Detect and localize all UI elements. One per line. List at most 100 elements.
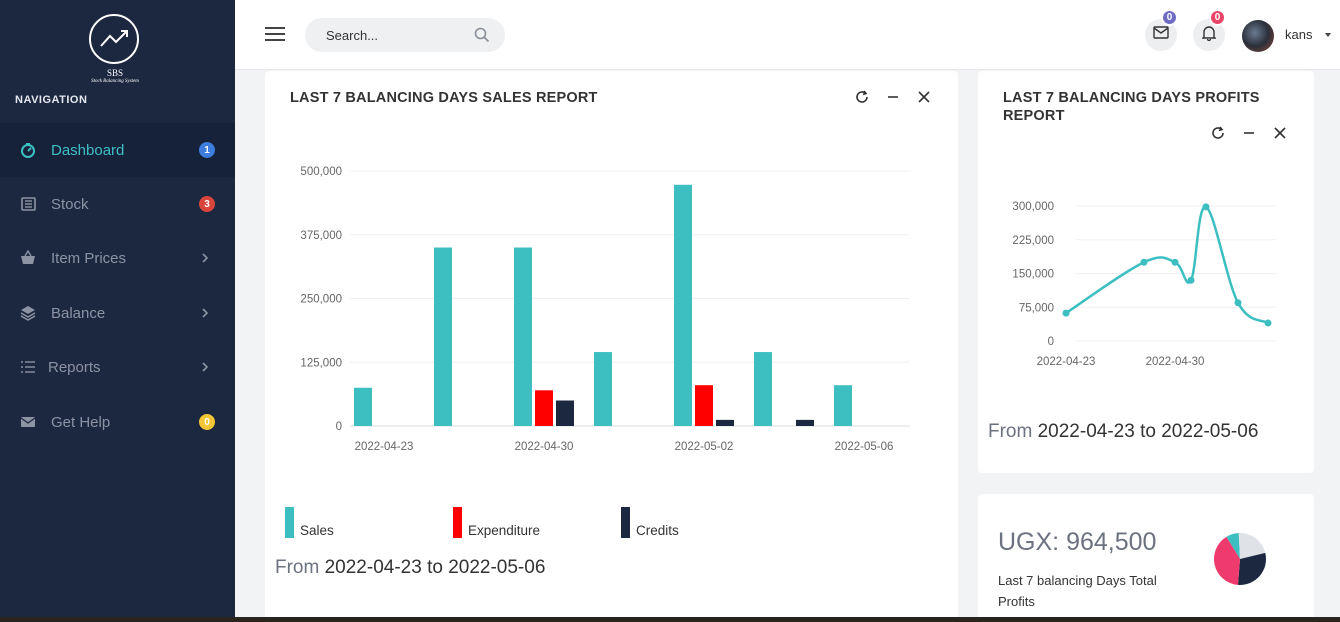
dashboard-icon — [20, 142, 36, 158]
legend-swatch — [621, 507, 630, 538]
trend-up-icon — [89, 14, 139, 64]
bar-credits — [716, 419, 734, 426]
bell-icon — [1201, 25, 1217, 46]
sidebar-item-label: Reports — [48, 358, 101, 376]
chevron-right-icon — [200, 306, 210, 320]
bar-sales — [834, 385, 852, 426]
x-tick-label: 2022-04-30 — [515, 441, 574, 453]
chevron-right-icon — [200, 251, 210, 265]
range-label: From — [275, 557, 320, 578]
legend-label: Expenditure — [468, 523, 541, 538]
bar-sales — [514, 247, 532, 426]
brand-abbr: SBS — [106, 68, 123, 78]
profits-card-title: LAST 7 BALANCING DAYS PROFITS REPORT — [1003, 89, 1260, 125]
sidebar-item-dashboard[interactable]: Dashboard 1 — [0, 123, 235, 177]
sidebar-item-label: Get Help — [51, 413, 111, 431]
y-tick-label: 0 — [1048, 336, 1054, 348]
sales-date-range: From 2022-04-23 to 2022-05-06 — [275, 557, 545, 579]
mail-icon — [1153, 26, 1169, 44]
sidebar-item-label: Dashboard — [51, 141, 125, 159]
y-tick-label: 250,000 — [300, 294, 342, 306]
sales-card-title: LAST 7 BALANCING DAYS SALES REPORT — [290, 90, 598, 106]
bar-credits — [556, 400, 574, 426]
x-tick-label: 2022-04-23 — [355, 441, 414, 453]
bar-sales — [434, 247, 452, 426]
caret-down-icon[interactable] — [1325, 33, 1331, 37]
x-tick-label: 2022-05-06 — [835, 441, 894, 453]
y-tick-label: 375,000 — [300, 230, 342, 242]
y-tick-label: 300,000 — [1012, 201, 1054, 213]
hamburger-menu-icon[interactable] — [265, 27, 285, 41]
close-icon[interactable] — [917, 90, 931, 104]
x-tick-label: 2022-04-23 — [1037, 356, 1096, 368]
close-icon[interactable] — [1273, 126, 1287, 140]
profits-line-chart: 0 75,000 150,000 225,000 300,000 2022-04-23 20… — [1012, 201, 1276, 368]
bar-expenditure — [695, 385, 713, 426]
bottom-edge — [0, 617, 1340, 622]
caption-line: Profits — [998, 594, 1035, 609]
legend-swatch — [285, 507, 294, 538]
basket-icon — [20, 250, 36, 266]
avatar[interactable] — [1242, 20, 1274, 52]
data-point — [1234, 299, 1242, 307]
y-tick-label: 225,000 — [1012, 235, 1054, 247]
sidebar-item-reports[interactable]: Reports — [0, 340, 235, 394]
refresh-icon[interactable] — [1211, 126, 1225, 140]
badge-count: 1 — [199, 142, 215, 158]
sidebar-item-balance[interactable]: Balance — [0, 286, 235, 340]
refresh-icon[interactable] — [855, 90, 869, 104]
username[interactable]: kans — [1285, 27, 1312, 42]
chevron-right-icon — [200, 360, 210, 374]
top-header: Search... 0 0 kans — [235, 0, 1340, 70]
x-tick-label: 2022-05-02 — [675, 441, 734, 453]
newspaper-icon — [20, 196, 36, 212]
search-input[interactable]: Search... — [305, 18, 505, 52]
sidebar-item-label: Balance — [51, 304, 106, 322]
y-tick-label: 500,000 — [300, 166, 342, 178]
range-value: 2022-04-23 to 2022-05-06 — [1037, 421, 1259, 442]
data-point — [1187, 276, 1195, 284]
data-point — [1062, 309, 1070, 317]
data-point — [1171, 258, 1179, 266]
sidebar-item-label: Stock — [51, 195, 89, 213]
total-profits-caption: Last 7 balancing Days Total Profits — [998, 570, 1157, 612]
nav-heading: NAVIGATION — [15, 94, 88, 106]
brand-tagline: Stock Balancing System — [91, 79, 139, 84]
envelope-icon — [20, 414, 36, 430]
legend-label: Credits — [636, 523, 679, 538]
list-icon — [20, 359, 36, 375]
profits-pie-chart — [1214, 533, 1266, 585]
badge-count: 0 — [199, 414, 215, 430]
bar-credits — [796, 419, 814, 426]
x-tick-label: 2022-04-30 — [1146, 356, 1205, 368]
layers-icon — [20, 305, 36, 321]
legend-swatch — [453, 507, 462, 538]
sidebar-item-stock[interactable]: Stock 3 — [0, 177, 235, 231]
minimize-icon[interactable] — [886, 90, 900, 104]
bar-sales — [754, 352, 772, 426]
sidebar-item-item-prices[interactable]: Item Prices — [0, 231, 235, 285]
total-profits-amount: UGX: 964,500 — [998, 528, 1157, 556]
search-placeholder: Search... — [326, 28, 379, 43]
bar-sales — [354, 387, 372, 426]
badge-count: 3 — [199, 196, 215, 212]
search-icon[interactable] — [474, 27, 490, 43]
sidebar-item-label: Item Prices — [51, 249, 127, 267]
bar-sales — [674, 184, 692, 426]
y-tick-label: 0 — [336, 421, 342, 433]
sales-bar-chart: 0 125,000 250,000 375,000 500,000 2022-04-23 2… — [300, 166, 910, 453]
data-point — [1140, 258, 1148, 266]
caption-line: Last 7 balancing Days Total — [998, 573, 1157, 588]
mail-count-badge: 0 — [1161, 9, 1178, 26]
minimize-icon[interactable] — [1242, 126, 1256, 140]
sidebar-item-get-help[interactable]: Get Help 0 — [0, 395, 235, 449]
legend-label: Sales — [300, 523, 334, 538]
title-line: LAST 7 BALANCING DAYS PROFITS — [1003, 90, 1260, 106]
data-point — [1202, 203, 1210, 211]
bar-sales — [594, 352, 612, 426]
y-tick-label: 125,000 — [300, 357, 342, 369]
data-point — [1264, 319, 1272, 327]
y-tick-label: 150,000 — [1012, 269, 1054, 281]
notification-count-badge: 0 — [1209, 9, 1226, 26]
y-tick-label: 75,000 — [1019, 302, 1054, 314]
